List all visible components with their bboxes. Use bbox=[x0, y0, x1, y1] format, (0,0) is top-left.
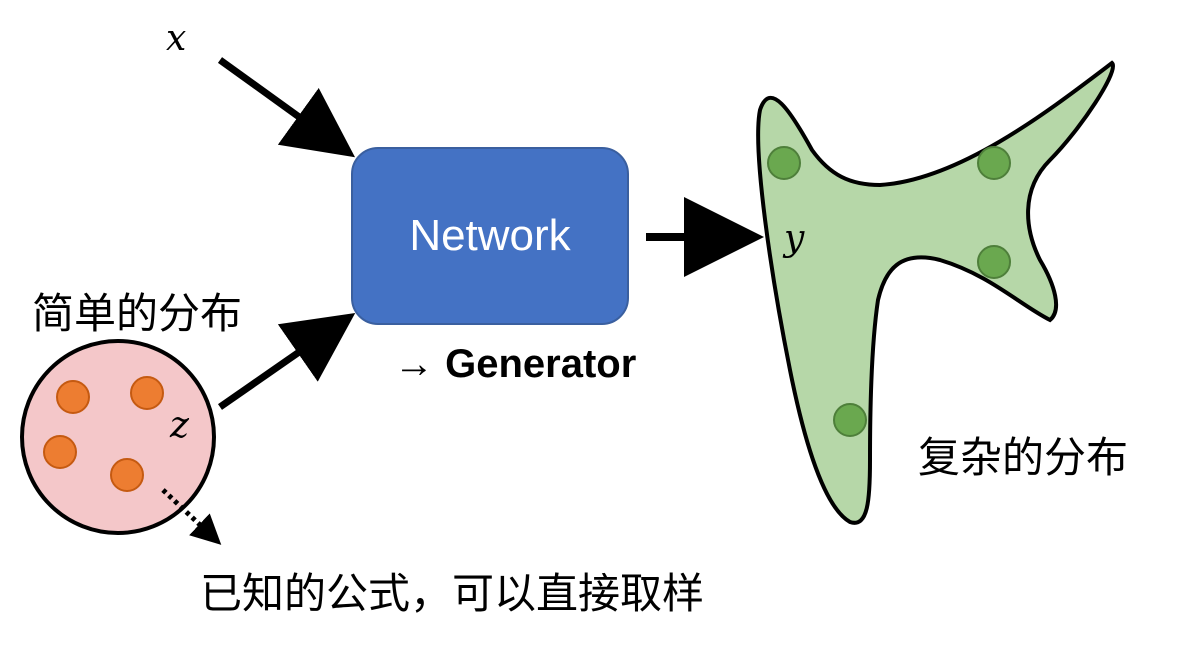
generator-text: Generator bbox=[445, 342, 637, 386]
arrow-x-to-network bbox=[217, 57, 356, 158]
z-variable-label: z bbox=[170, 405, 189, 446]
complex-distribution-label: 复杂的分布 bbox=[918, 433, 1129, 482]
x-variable-label: x bbox=[166, 18, 187, 59]
network-label: Network bbox=[409, 211, 571, 260]
sample-dot bbox=[110, 458, 144, 492]
sampling-note-label: 已知的公式，可以直接取样 bbox=[200, 569, 705, 618]
output-dot bbox=[977, 245, 1011, 279]
simple-distribution-label: 简单的分布 bbox=[32, 289, 243, 338]
sample-dot bbox=[56, 380, 90, 414]
sample-dot bbox=[130, 376, 164, 410]
generator-label: → Generator bbox=[394, 342, 636, 387]
y-variable-label: y bbox=[784, 218, 805, 259]
output-dot bbox=[767, 146, 801, 180]
output-dot bbox=[833, 403, 867, 437]
sample-dot bbox=[43, 435, 77, 469]
output-dot bbox=[977, 146, 1011, 180]
generator-diagram: x z y Network → Generator 简单的分布 复杂的分布 已知… bbox=[0, 0, 1203, 654]
generator-arrow: → bbox=[394, 342, 434, 386]
